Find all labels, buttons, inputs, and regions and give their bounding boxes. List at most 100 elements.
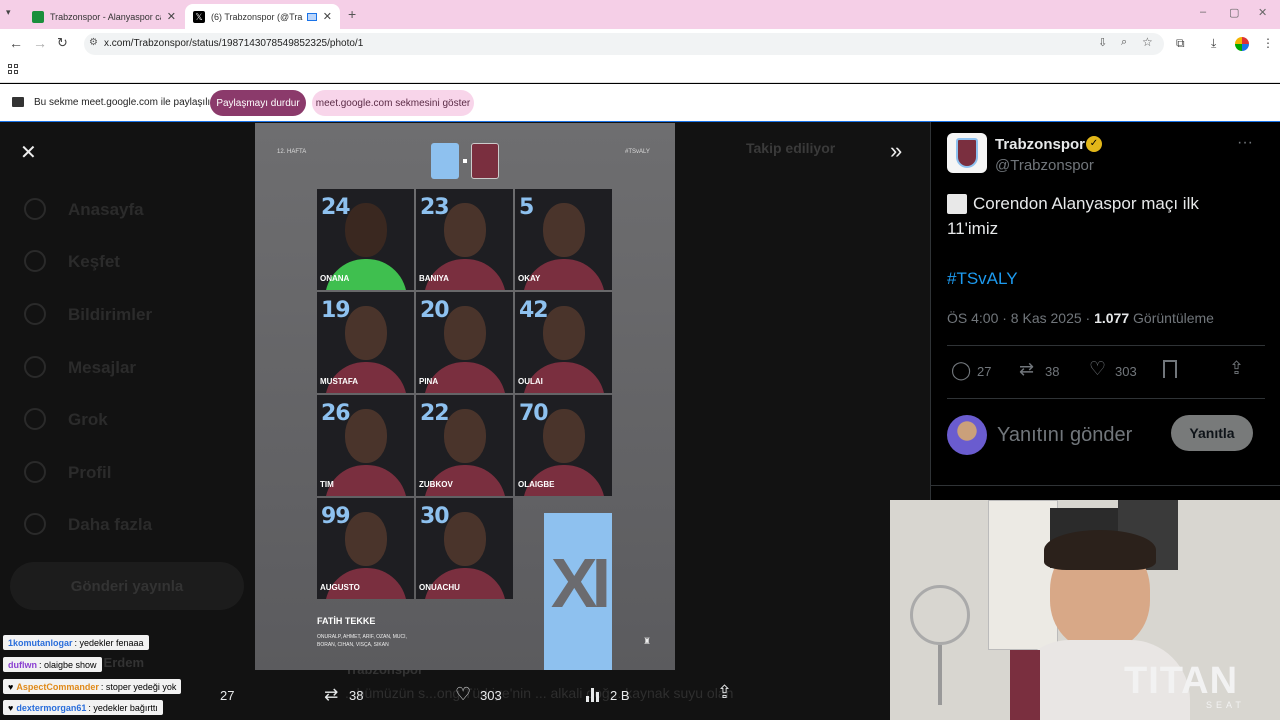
- forward-arrow-icon[interactable]: →: [33, 35, 47, 51]
- player-card: 5 OKAY: [515, 189, 612, 290]
- apps-grid-icon[interactable]: [8, 64, 18, 74]
- nav-grok: Grok: [68, 410, 108, 429]
- display-name[interactable]: Trabzonspor: [995, 136, 1085, 153]
- tweet-hashtag-link[interactable]: #TSvALY: [947, 269, 1018, 289]
- following-ghost: Takip ediliyor: [746, 140, 836, 156]
- back-arrow-icon[interactable]: ←: [9, 35, 23, 51]
- extensions-icon[interactable]: ⧉: [1176, 36, 1185, 51]
- grok-icon: [24, 408, 46, 430]
- alanyaspor-crest-icon: [471, 143, 499, 179]
- expand-panel-icon[interactable]: »: [890, 138, 902, 164]
- player-photo: [444, 409, 486, 463]
- zoom-icon[interactable]: ⌕: [1121, 36, 1127, 49]
- player-name: OULAI: [518, 377, 543, 386]
- media-likes-count[interactable]: 303: [480, 688, 502, 703]
- home-icon: [24, 198, 46, 220]
- handle[interactable]: @Trabzonspor: [995, 157, 1094, 174]
- share-tweet-icon[interactable]: ⇪: [1229, 358, 1244, 379]
- sharing-indicator-icon: [306, 12, 317, 21]
- screen-share-icon: [12, 97, 24, 107]
- subs-line-2: BORAN, CIHAN, VISÇA, SIKAN: [317, 642, 389, 648]
- shirt-stripe: [1010, 650, 1040, 720]
- views-icon[interactable]: [586, 686, 602, 702]
- tab-alanyaspor[interactable]: Trabzonspor - Alanyaspor canlı ✕: [24, 4, 184, 29]
- media-replies-count[interactable]: 27: [220, 688, 234, 703]
- document-emoji-icon: [947, 194, 967, 214]
- site-info-icon[interactable]: ⚙: [89, 37, 98, 48]
- trabzonspor-crest-icon: [431, 143, 459, 179]
- bookmark-icon[interactable]: [1163, 360, 1177, 378]
- player-photo: [345, 409, 387, 463]
- downloads-icon[interactable]: ⤓: [1211, 36, 1216, 51]
- profile-avatar[interactable]: [1235, 37, 1249, 51]
- player-card: 70 OLAIGBE: [515, 395, 612, 496]
- player-name: PINA: [419, 377, 439, 386]
- user-avatar[interactable]: [947, 415, 987, 455]
- player-name: BANIYA: [419, 274, 449, 283]
- trabzonspor-avatar[interactable]: [947, 133, 987, 173]
- streamer-hair: [1044, 530, 1156, 570]
- retweet-count[interactable]: 38: [1045, 364, 1059, 379]
- player-shirt: [325, 465, 407, 496]
- nav-home: Anasayfa: [68, 200, 144, 219]
- player-card: 22 ZUBKOV: [416, 395, 513, 496]
- new-tab-button[interactable]: +: [348, 6, 356, 22]
- player-card: 23 BANIYA: [416, 189, 513, 290]
- explore-icon: [24, 250, 46, 272]
- show-meet-tab-button[interactable]: meet.google.com sekmesini göster: [312, 90, 474, 116]
- reply-input[interactable]: Yanıtını gönder: [997, 424, 1132, 447]
- minimize-button[interactable]: –: [1200, 6, 1206, 18]
- tab-search-chevron-icon[interactable]: ▾: [6, 7, 20, 21]
- chat-message: duflwn: olaigbe show: [3, 657, 102, 672]
- retweet-icon[interactable]: ⇄: [1019, 359, 1034, 380]
- bookmark-star-icon[interactable]: ☆: [1142, 35, 1153, 49]
- player-number: 24: [321, 195, 351, 220]
- like-count[interactable]: 303: [1115, 364, 1137, 379]
- like-icon[interactable]: ♡: [455, 684, 471, 705]
- crest-separator: [463, 159, 467, 163]
- install-icon[interactable]: ⇩: [1098, 36, 1107, 49]
- player-photo: [345, 306, 387, 360]
- close-viewer-icon[interactable]: ✕: [20, 140, 37, 165]
- tweet-text-2: 11'imiz: [947, 219, 999, 238]
- menu-dots-icon[interactable]: ⋮: [1262, 36, 1274, 50]
- tab-trabzonspor-x[interactable]: 𝕏 (6) Trabzonspor (@Trabzons ✕: [185, 4, 340, 29]
- address-bar[interactable]: ⚙ x.com/Trabzonspor/status/1987143078549…: [84, 33, 1164, 55]
- media-views-count[interactable]: 2 B: [610, 688, 630, 703]
- share-icon[interactable]: ⇪: [717, 682, 732, 703]
- restore-button[interactable]: ▢: [1229, 6, 1239, 19]
- more-options-icon[interactable]: ···: [1237, 134, 1253, 152]
- close-tab-icon[interactable]: ✕: [167, 10, 176, 23]
- player-card: 30 ONUACHU: [416, 498, 513, 599]
- player-name: ONANA: [320, 274, 350, 283]
- ghost-text: ...bümüzün s...ong Türkiye'nin ... alkal…: [345, 685, 734, 701]
- chat-message: ♥ AspectCommander: stoper yedeği yok: [3, 679, 182, 694]
- reload-icon[interactable]: ↻: [57, 35, 68, 51]
- chat-user: duflwn: [8, 659, 37, 670]
- media-reposts-count[interactable]: 38: [349, 688, 363, 703]
- stop-sharing-button[interactable]: Paylaşmayı durdur: [210, 90, 306, 116]
- player-photo: [543, 203, 585, 257]
- window-close-button[interactable]: ✕: [1258, 6, 1267, 19]
- player-photo: [543, 306, 585, 360]
- player-photo: [444, 306, 486, 360]
- player-name: TIM: [320, 480, 334, 489]
- fan-stand: [938, 645, 942, 705]
- profile-icon: [24, 461, 46, 483]
- reply-icon[interactable]: ◯: [951, 360, 971, 381]
- player-photo: [345, 203, 387, 257]
- lineup-image[interactable]: 12. HAFTA #TSvALY 24 ONANA 23 BANIYA 5 OKAY 19…: [255, 123, 675, 670]
- player-card: 19 MUSTAFA: [317, 292, 414, 393]
- post-button-ghost: Gönderi yayınla: [10, 562, 244, 610]
- chat-text: : yedekler fenaaa: [74, 637, 144, 648]
- reply-count[interactable]: 27: [977, 364, 991, 379]
- nav-explore: Keşfet: [68, 252, 120, 271]
- reply-button[interactable]: Yanıtla: [1171, 415, 1253, 451]
- close-tab-icon[interactable]: ✕: [323, 10, 332, 23]
- tweet-meta: ÖS 4:00 · 8 Kas 2025 · 1.077 Görüntüleme: [947, 310, 1214, 326]
- tweet-time[interactable]: ÖS 4:00 · 8 Kas 2025 ·: [947, 310, 1094, 326]
- heart-icon[interactable]: ♡: [1089, 358, 1106, 381]
- repost-icon[interactable]: ⇄: [324, 685, 338, 705]
- sponsor-logo-icon: ♜: [643, 636, 652, 646]
- player-card: 26 TIM: [317, 395, 414, 496]
